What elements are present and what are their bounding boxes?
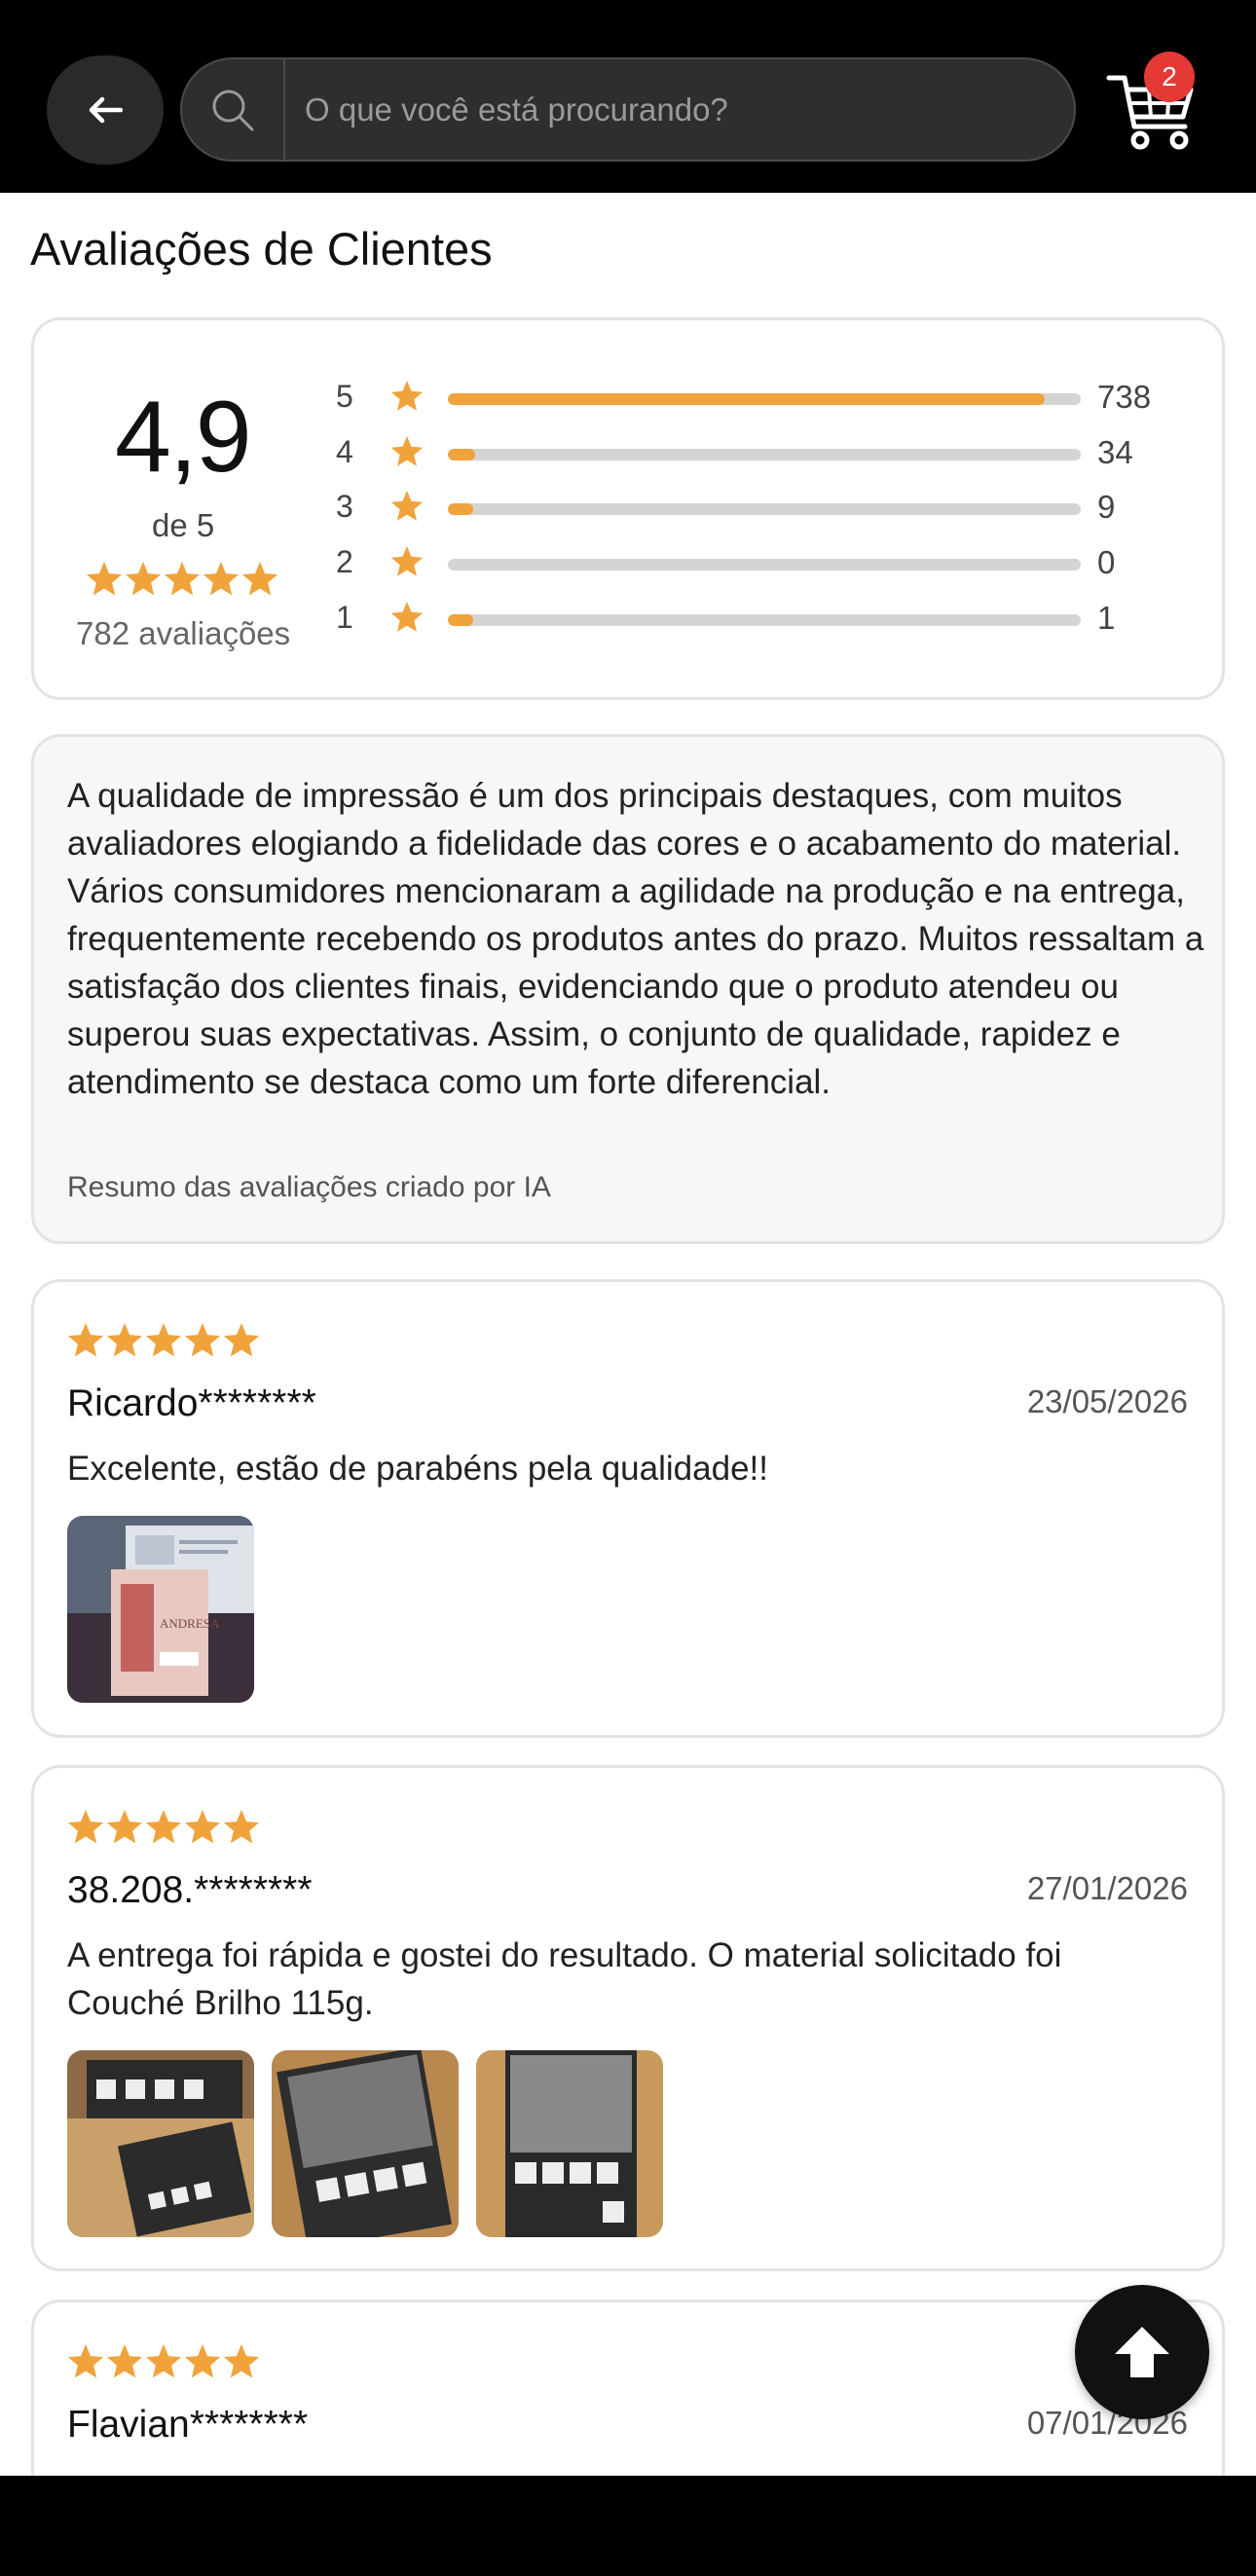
rating-count: 34: [1097, 434, 1133, 470]
rating-bar-fill: [448, 393, 1046, 405]
star-icon: [145, 2344, 182, 2378]
rating-bar-track: [448, 449, 1081, 460]
star-icon: [106, 1323, 143, 1357]
rating-bar-track: [448, 559, 1081, 570]
star-level-label: 1: [336, 600, 353, 635]
rating-distribution-row[interactable]: 39: [336, 483, 1173, 532]
star-icon: [125, 562, 162, 596]
review-photo[interactable]: ANDRESA: [67, 1516, 254, 1703]
review-photo[interactable]: [476, 2050, 663, 2237]
review-text: A entrega foi rápida e gostei do resulta…: [67, 1936, 1062, 2022]
rating-distribution-row[interactable]: 5 738: [336, 373, 1173, 422]
review-stars: [67, 2344, 260, 2378]
average-rating: 4,9: [115, 381, 252, 494]
star-icon: [223, 1810, 260, 1844]
review-date: 23/05/2026: [1026, 1383, 1188, 1419]
arrow-up-icon: [1115, 2327, 1169, 2377]
star-icon: [184, 2344, 221, 2378]
rating-distribution-row[interactable]: 4 34: [336, 428, 1173, 477]
star-icon: [390, 602, 424, 632]
review-stars: [67, 1810, 260, 1844]
rating-count: 9: [1097, 489, 1116, 525]
star-icon: [106, 2344, 143, 2378]
bottom-system-bar: [0, 2476, 1256, 2576]
star-icon: [223, 1323, 260, 1357]
cart-count-badge: 2: [1144, 52, 1195, 102]
star-icon: [241, 562, 278, 596]
rating-bar-track: [448, 393, 1081, 405]
rating-distribution-row[interactable]: 11: [336, 594, 1173, 643]
star-icon: [203, 562, 240, 596]
rating-bar-fill: [448, 503, 473, 515]
review-stars: [67, 1323, 260, 1357]
search-input[interactable]: [285, 59, 1074, 160]
rating-count: 1: [1097, 600, 1116, 636]
star-icon: [86, 562, 123, 596]
rating-scale-label: de 5: [152, 507, 215, 543]
search-icon[interactable]: [182, 59, 285, 160]
rating-bar-track: [448, 614, 1081, 626]
star-icon: [67, 1810, 104, 1844]
ai-summary-text: A qualidade de impressão é um dos princi…: [67, 777, 1204, 1101]
scroll-to-top-button[interactable]: [1075, 2285, 1209, 2419]
rating-distribution-row[interactable]: 20: [336, 538, 1173, 587]
star-icon: [106, 1810, 143, 1844]
star-level-label: 3: [336, 489, 353, 524]
back-arrow-icon: [89, 96, 123, 124]
back-button[interactable]: [47, 55, 164, 165]
star-icon: [145, 1323, 182, 1357]
average-stars: [86, 562, 278, 596]
star-icon: [390, 546, 424, 576]
rating-bar-fill: [448, 614, 473, 626]
review-date: 27/01/2026: [1026, 1870, 1188, 1906]
star-icon: [184, 1810, 221, 1844]
review-text: Excelente, estão de parabéns pela qualid…: [67, 1450, 768, 1488]
total-reviews-count: 782 avaliações: [76, 615, 291, 651]
rating-bar-fill: [448, 449, 476, 460]
star-icon: [184, 1323, 221, 1357]
rating-bar-track: [448, 503, 1081, 515]
star-icon: [67, 1323, 104, 1357]
star-icon: [164, 562, 201, 596]
search-bar[interactable]: [180, 57, 1076, 162]
rating-count: 0: [1097, 544, 1116, 580]
star-level-label: 2: [336, 544, 353, 579]
svg-text:ANDRESA: ANDRESA: [160, 1616, 220, 1631]
reviewer-name: Ricardo********: [67, 1382, 316, 1424]
reviewer-name: 38.208.********: [67, 1869, 313, 1911]
star-level-label: 4: [336, 434, 353, 469]
page-title: Avaliações de Clientes: [30, 223, 493, 275]
star-level-label: 5: [336, 379, 353, 414]
star-icon: [145, 1810, 182, 1844]
star-icon: [390, 491, 424, 521]
rating-count: 738: [1097, 379, 1152, 415]
review-photo[interactable]: [272, 2050, 459, 2237]
reviewer-name: Flavian********: [67, 2404, 309, 2446]
star-icon: [390, 436, 424, 466]
star-icon: [390, 381, 424, 411]
star-icon: [223, 2344, 260, 2378]
ai-summary-note: Resumo das avaliações criado por IA: [67, 1171, 551, 1203]
review-photo[interactable]: [67, 2050, 254, 2237]
star-icon: [67, 2344, 104, 2378]
